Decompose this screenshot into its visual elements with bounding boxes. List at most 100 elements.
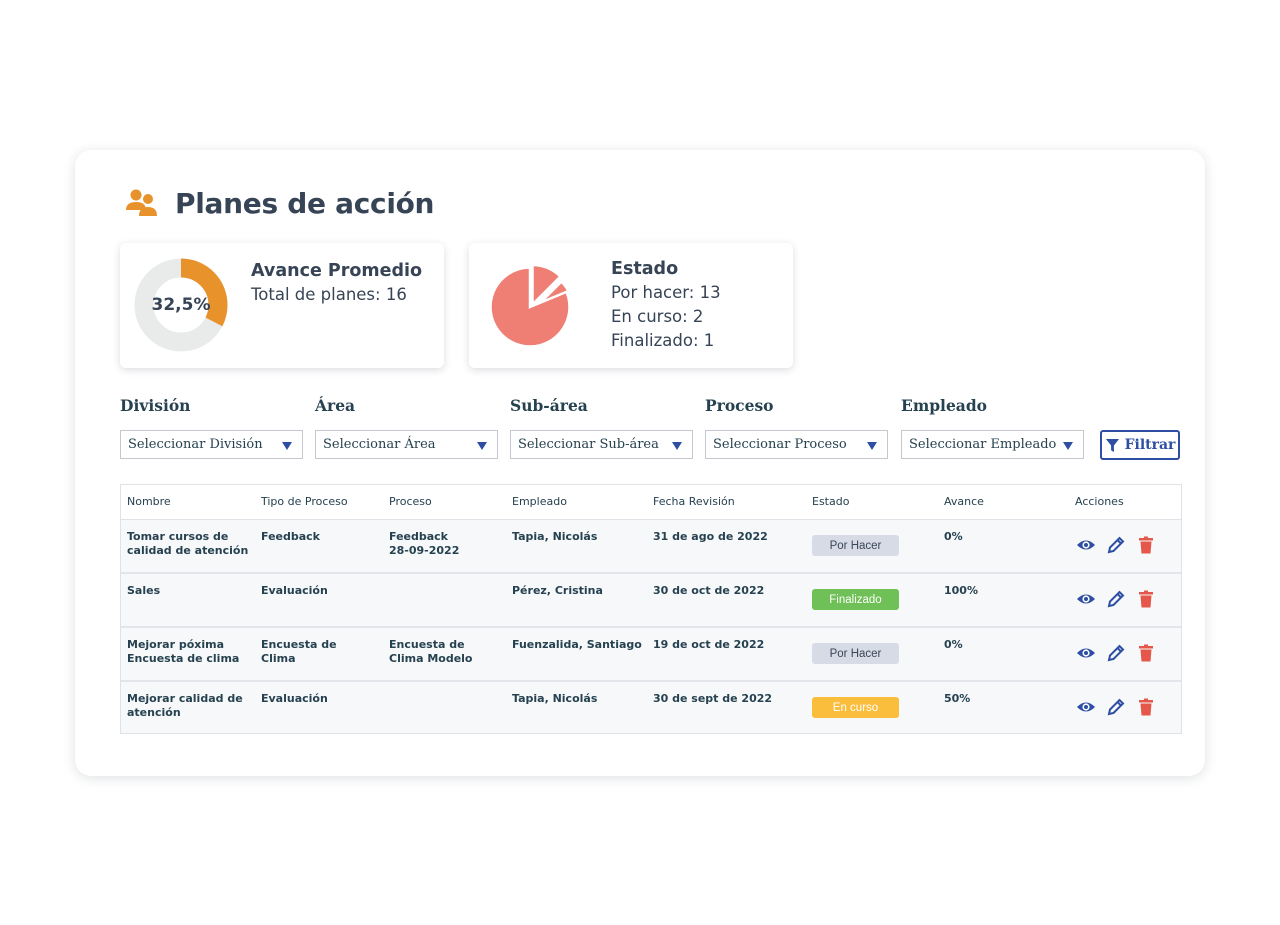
row-actions: [1076, 697, 1166, 717]
header-empleado[interactable]: Empleado: [512, 495, 567, 508]
row-actions: [1076, 535, 1166, 555]
delete-button[interactable]: [1136, 643, 1156, 663]
area-select[interactable]: Seleccionar Área: [315, 430, 498, 459]
delete-button[interactable]: [1136, 535, 1156, 555]
trash-icon: [1139, 698, 1153, 716]
nombre-line: Tomar cursos de: [127, 530, 229, 543]
select-value: Seleccionar Proceso: [713, 437, 847, 452]
nombre-line: Mejorar calidad de: [127, 692, 243, 705]
filtrar-button[interactable]: Filtrar: [1100, 430, 1180, 460]
view-button[interactable]: [1076, 589, 1096, 609]
eye-icon: [1077, 540, 1095, 550]
pencil-icon: [1107, 644, 1125, 662]
header-proceso[interactable]: Proceso: [389, 495, 432, 508]
filter-label: Área: [315, 396, 356, 415]
header-avance[interactable]: Avance: [944, 495, 984, 508]
status-badge: En curso: [812, 697, 899, 718]
users-icon: [126, 189, 157, 216]
empleado-cell: Tapia, Nicolás: [512, 530, 598, 543]
header-fecha[interactable]: Fecha Revisión: [653, 495, 735, 508]
row-actions: [1076, 589, 1166, 609]
tipo-line: Encuesta de: [261, 638, 337, 651]
edit-button[interactable]: [1106, 589, 1126, 609]
planes-table: Nombre Tipo de Proceso Proceso Empleado …: [120, 484, 1182, 734]
estado-por-hacer: Por hacer: 13: [611, 283, 721, 302]
filter-proceso: Proceso Seleccionar Proceso: [705, 395, 890, 459]
status-pie-chart: [489, 266, 571, 348]
division-select[interactable]: Seleccionar División: [120, 430, 303, 459]
header-nombre[interactable]: Nombre: [127, 495, 171, 508]
tipo-line: Evaluación: [261, 692, 328, 705]
avance-cell: 100%: [944, 584, 978, 597]
nombre-line: Mejorar póxima: [127, 638, 225, 651]
empleado-select[interactable]: Seleccionar Empleado: [901, 430, 1084, 459]
planes-card: Planes de acción 32,5% Avance Promedio T…: [75, 150, 1205, 776]
filter-subarea: Sub-área Seleccionar Sub-área: [510, 395, 695, 459]
header-tipo[interactable]: Tipo de Proceso: [261, 495, 348, 508]
eye-icon: [1077, 594, 1095, 604]
tipo-line: Evaluación: [261, 584, 328, 597]
status-badge: Por Hacer: [812, 535, 899, 556]
eye-icon: [1077, 702, 1095, 712]
estado-card: Estado Por hacer: 13 En curso: 2 Finaliz…: [469, 243, 793, 368]
pencil-icon: [1107, 536, 1125, 554]
nombre-line: calidad de atención: [127, 544, 249, 557]
select-value: Seleccionar Empleado: [909, 437, 1057, 452]
caret-down-icon: [867, 442, 877, 450]
nombre-line: atención: [127, 706, 181, 719]
proceso-select[interactable]: Seleccionar Proceso: [705, 430, 888, 459]
pencil-icon: [1107, 698, 1125, 716]
nombre-line: Sales: [127, 584, 161, 597]
view-button[interactable]: [1076, 535, 1096, 555]
avance-title: Avance Promedio: [251, 261, 423, 281]
proceso-line: Feedback: [389, 530, 448, 543]
table-row: Tomar cursos de calidad de atención Feedb…: [121, 520, 1181, 574]
trash-icon: [1139, 644, 1153, 662]
tipo-line: Clima: [261, 652, 296, 665]
estado-title: Estado: [611, 259, 679, 279]
select-value: Seleccionar División: [128, 437, 263, 452]
page-header: Planes de acción: [125, 186, 435, 220]
proceso-line: Clima Modelo: [389, 652, 473, 665]
avance-total: Total de planes: 16: [251, 285, 407, 304]
caret-down-icon: [1063, 442, 1073, 450]
header-estado[interactable]: Estado: [812, 495, 849, 508]
subarea-select[interactable]: Seleccionar Sub-área: [510, 430, 693, 459]
edit-button[interactable]: [1106, 535, 1126, 555]
progress-percent: 32,5%: [151, 295, 211, 315]
filter-label: Empleado: [901, 396, 988, 415]
table-header: Nombre Tipo de Proceso Proceso Empleado …: [121, 485, 1181, 520]
caret-down-icon: [282, 442, 292, 450]
pencil-icon: [1107, 590, 1125, 608]
empleado-cell: Fuenzalida, Santiago: [512, 638, 642, 651]
edit-button[interactable]: [1106, 697, 1126, 717]
avance-cell: 0%: [944, 638, 963, 651]
status-badge: Finalizado: [812, 589, 899, 610]
empleado-cell: Tapia, Nicolás: [512, 692, 598, 705]
avance-card: 32,5% Avance Promedio Total de planes: 1…: [120, 243, 444, 368]
caret-down-icon: [477, 442, 487, 450]
status-badge: Por Hacer: [812, 643, 899, 664]
eye-icon: [1077, 648, 1095, 658]
avance-cell: 50%: [944, 692, 971, 705]
table-row: Sales Evaluación Pérez, Cristina 30 de o…: [121, 574, 1181, 628]
caret-down-icon: [672, 442, 682, 450]
view-button[interactable]: [1076, 643, 1096, 663]
estado-finalizado: Finalizado: 1: [611, 331, 715, 350]
trash-icon: [1139, 590, 1153, 608]
edit-button[interactable]: [1106, 643, 1126, 663]
delete-button[interactable]: [1136, 589, 1156, 609]
proceso-line: 28-09-2022: [389, 544, 460, 557]
page-title: Planes de acción: [175, 186, 435, 220]
fecha-cell: 30 de oct de 2022: [653, 584, 765, 597]
nombre-line: Encuesta de clima: [127, 652, 240, 665]
delete-button[interactable]: [1136, 697, 1156, 717]
select-value: Seleccionar Sub-área: [518, 437, 659, 452]
filter-empleado: Empleado Seleccionar Empleado: [901, 395, 1086, 459]
filter-label: Sub-área: [510, 396, 588, 415]
filter-label: Proceso: [705, 396, 774, 415]
filter-area: Área Seleccionar Área: [315, 395, 500, 459]
filter-label: División: [120, 396, 191, 415]
view-button[interactable]: [1076, 697, 1096, 717]
fecha-cell: 30 de sept de 2022: [653, 692, 773, 705]
